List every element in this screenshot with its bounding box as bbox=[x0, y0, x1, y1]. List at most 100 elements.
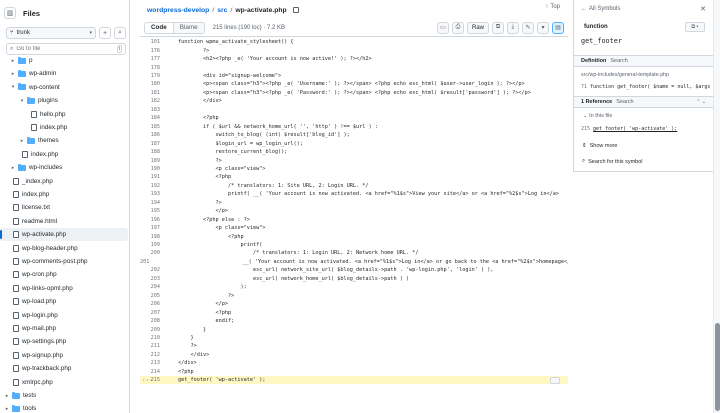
tree-file[interactable]: wp-settings.php bbox=[0, 335, 128, 348]
tab-blame[interactable]: Blame bbox=[172, 22, 204, 33]
tree-folder[interactable]: ▸ tools bbox=[0, 402, 128, 413]
breadcrumb-dir-link[interactable]: src bbox=[217, 7, 227, 14]
code-line[interactable]: 183 bbox=[140, 106, 568, 114]
code-line[interactable]: 179 <div id="signup-welcome"> bbox=[140, 72, 568, 80]
tree-file[interactable]: index.php bbox=[0, 148, 128, 161]
line-number[interactable]: 189 bbox=[140, 158, 164, 164]
line-number[interactable]: 187 bbox=[140, 141, 164, 147]
tree-file[interactable]: license.txt bbox=[0, 201, 128, 214]
tree-file[interactable]: index.php bbox=[0, 188, 128, 201]
line-number[interactable]: 193 bbox=[140, 191, 164, 197]
tree-file[interactable]: wp-login.php bbox=[0, 309, 128, 322]
code-line[interactable]: 196 <?php else : ?> bbox=[140, 215, 568, 223]
line-number[interactable]: 186 bbox=[140, 132, 164, 138]
line-number[interactable]: 206 bbox=[140, 301, 164, 307]
print-button[interactable]: ⎙ bbox=[451, 21, 464, 34]
chevron-right-icon[interactable]: ▸ bbox=[4, 406, 10, 412]
line-number[interactable]: 200 bbox=[140, 250, 164, 256]
reference-code-line[interactable]: 215 get_footer( 'wp-activate' ); bbox=[581, 126, 711, 132]
code-line[interactable]: 206 </p> bbox=[140, 300, 568, 308]
breadcrumb-repo-link[interactable]: wordpress-develop bbox=[147, 7, 209, 14]
show-more-button[interactable]: ⇕ Show more bbox=[582, 143, 617, 149]
code-view[interactable]: 101 function wpmu_activate_stylesheet() {… bbox=[140, 36, 568, 388]
all-symbols-link[interactable]: ← All Symbols bbox=[581, 6, 620, 12]
tree-folder[interactable]: ▸ wp-admin bbox=[0, 67, 128, 80]
code-line[interactable]: 194 ?> bbox=[140, 199, 568, 207]
definition-path[interactable]: src/wp-includes/general-template.php bbox=[581, 72, 669, 78]
tree-folder[interactable]: ▸ themes bbox=[0, 134, 128, 147]
tree-file[interactable]: _index.php bbox=[0, 175, 128, 188]
line-number[interactable]: 192 bbox=[140, 183, 164, 189]
symbol-actions-button[interactable]: ⧉ ▾ bbox=[685, 22, 705, 32]
close-icon[interactable]: ✕ bbox=[700, 5, 706, 13]
line-number[interactable]: 194 bbox=[140, 200, 164, 206]
code-line[interactable]: 101 function wpmu_activate_stylesheet() { bbox=[140, 38, 568, 46]
code-line[interactable]: 186 switch_to_blog( (int) $result['blog_… bbox=[140, 131, 568, 139]
code-line[interactable]: 176 ?> bbox=[140, 46, 568, 54]
page-scrollbar[interactable] bbox=[713, 0, 720, 413]
code-line[interactable]: 199 printf( bbox=[140, 241, 568, 249]
code-line[interactable]: 207 <?php bbox=[140, 308, 568, 316]
code-line[interactable]: 212 </div> bbox=[140, 351, 568, 359]
chevron-right-icon[interactable]: ▸ bbox=[10, 71, 16, 77]
line-number[interactable]: 195 bbox=[140, 208, 164, 214]
definition-search-link[interactable]: Search bbox=[610, 58, 627, 64]
chevron-right-icon[interactable]: ▸ bbox=[10, 165, 16, 171]
copy-path-icon[interactable] bbox=[292, 7, 299, 13]
search-for-symbol-button[interactable]: ⌕ Search for this symbol bbox=[582, 158, 643, 165]
code-line[interactable]: 209 } bbox=[140, 325, 568, 333]
line-number[interactable]: 211 bbox=[140, 343, 164, 349]
line-number[interactable]: 185 bbox=[140, 124, 164, 130]
code-line[interactable]: 214 <?php bbox=[140, 368, 568, 376]
tree-folder[interactable]: ▸ p bbox=[0, 54, 128, 67]
code-line[interactable]: 192 /* translators: 1: Site URL, 2: Logi… bbox=[140, 182, 568, 190]
chevron-right-icon[interactable]: ▸ bbox=[10, 58, 16, 64]
tree-folder[interactable]: ▾ plugins bbox=[0, 94, 128, 107]
code-line[interactable]: 178 bbox=[140, 63, 568, 71]
chevron-down-icon[interactable]: ▾ bbox=[10, 84, 16, 90]
line-number[interactable]: 210 bbox=[140, 335, 164, 341]
tree-file[interactable]: wp-trackback.php bbox=[0, 362, 128, 375]
tree-file[interactable]: index.php bbox=[0, 121, 128, 134]
line-number[interactable]: 207 bbox=[140, 310, 164, 316]
download-button[interactable]: ⤓ bbox=[507, 21, 519, 34]
line-number[interactable]: 203 bbox=[140, 276, 164, 282]
code-line[interactable]: 210 } bbox=[140, 334, 568, 342]
code-line[interactable]: 195 </p> bbox=[140, 207, 568, 215]
tree-file[interactable]: wp-cron.php bbox=[0, 268, 128, 281]
chevron-up-icon[interactable]: ⌃ ⌄ bbox=[696, 99, 706, 105]
chevron-right-icon[interactable]: ▸ bbox=[19, 138, 25, 144]
line-number[interactable]: 188 bbox=[140, 149, 164, 155]
code-line[interactable]: 200 /* translators: 1: Login URL, 2: Net… bbox=[140, 249, 568, 257]
code-line[interactable]: 180 <p><span class="h3"><?php _e( 'Usern… bbox=[140, 80, 568, 88]
copy-raw-button[interactable]: ⧉ bbox=[492, 21, 504, 34]
add-file-button[interactable]: + bbox=[99, 27, 111, 39]
line-number[interactable]: 201 bbox=[140, 259, 153, 265]
line-number[interactable]: 214 bbox=[140, 369, 164, 375]
line-number[interactable]: 198 bbox=[140, 234, 164, 240]
chevron-right-icon[interactable]: ▸ bbox=[4, 393, 10, 399]
chevron-down-icon[interactable]: ▾ bbox=[19, 98, 25, 104]
line-number[interactable]: 202 bbox=[140, 267, 164, 273]
code-line[interactable]: 182 </div> bbox=[140, 97, 568, 105]
line-number[interactable]: 196 bbox=[140, 217, 164, 223]
tree-folder[interactable]: ▾ wp-content bbox=[0, 81, 128, 94]
line-number[interactable]: 177 bbox=[140, 56, 164, 62]
code-line[interactable]: 211 ?> bbox=[140, 342, 568, 350]
code-line[interactable]: 187 $login_url = wp_login_url(); bbox=[140, 139, 568, 147]
line-number[interactable]: 205 bbox=[140, 293, 164, 299]
tree-file[interactable]: xmlrpc.php bbox=[0, 376, 128, 389]
tree-file[interactable]: wp-signup.php bbox=[0, 349, 128, 362]
line-number[interactable]: 197 bbox=[140, 225, 164, 231]
line-number[interactable]: 176 bbox=[140, 48, 164, 54]
tree-file[interactable]: wp-links-opml.php bbox=[0, 282, 128, 295]
code-line[interactable]: 185 if ( $url && network_home_url( '', '… bbox=[140, 123, 568, 131]
line-number[interactable]: 101 bbox=[140, 39, 164, 45]
tree-folder[interactable]: ▸ wp-includes bbox=[0, 161, 128, 174]
tree-file[interactable]: wp-activate.php bbox=[0, 228, 128, 242]
line-number[interactable]: 209 bbox=[140, 327, 164, 333]
line-number[interactable]: 183 bbox=[140, 107, 164, 113]
branch-selector[interactable]: ⑂ trunk ▾ bbox=[6, 27, 96, 39]
code-line[interactable]: 204 ); bbox=[140, 283, 568, 291]
raw-button[interactable]: Raw bbox=[466, 21, 489, 34]
